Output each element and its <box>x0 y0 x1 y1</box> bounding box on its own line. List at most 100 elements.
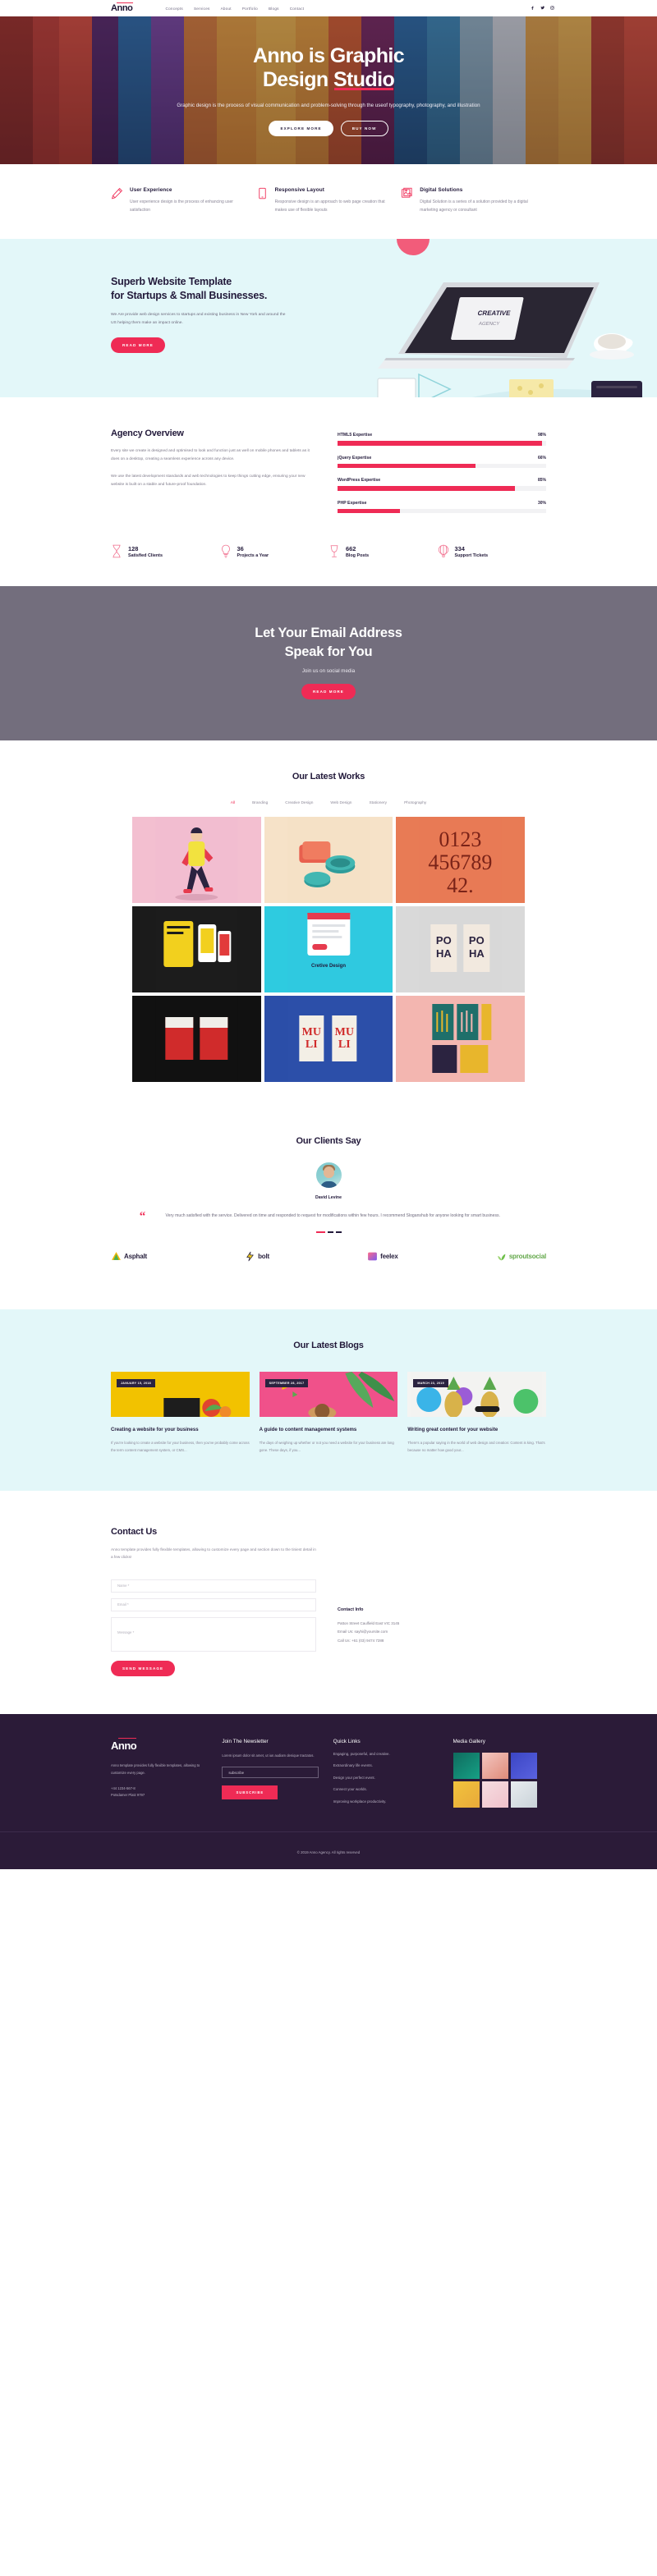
quick-link-item[interactable]: Connect your worlds. <box>333 1787 439 1791</box>
nav-item-concepts[interactable]: Concepts <box>166 7 183 11</box>
skill-percent: 98% <box>537 433 546 438</box>
skill-track <box>338 486 546 491</box>
filter-branding[interactable]: Branding <box>252 801 268 805</box>
send-message-button[interactable]: SEND MESSAGE <box>111 1660 176 1676</box>
portfolio-tile[interactable] <box>132 905 261 992</box>
stats-row: 128 Satisfied Clients 36 Projects a Year <box>111 523 546 586</box>
quick-link-item[interactable]: Improving workplace productivity. <box>333 1799 439 1804</box>
cta-read-more-button[interactable]: READ MORE <box>301 683 356 699</box>
blog-thumbnail: MARCH 23, 2019 <box>407 1371 546 1417</box>
svg-text:LI: LI <box>338 1038 351 1051</box>
stat-label: Blog Posts <box>346 553 370 559</box>
skill-track <box>338 441 546 446</box>
nav-item-contact[interactable]: Contact <box>290 7 305 11</box>
portfolio-grid: 0123 456789 42. Cretive Design PO HA PO … <box>132 816 525 1082</box>
portfolio-tile[interactable] <box>132 816 261 903</box>
cta-title-line2: Speak for You <box>284 644 373 659</box>
wineglass-icon <box>328 544 340 558</box>
blog-date: JANUARY 15, 2018 <box>117 1378 155 1387</box>
media-thumbnail[interactable] <box>510 1752 537 1779</box>
pagination-dot-active[interactable] <box>315 1231 325 1233</box>
feature-card-digital-solutions: Digital Solutions Digital Solution is a … <box>401 187 546 214</box>
quick-link-item[interactable]: Design your perfect event. <box>333 1776 439 1780</box>
portfolio-tile[interactable]: MU LI MU LI <box>264 995 393 1082</box>
twitter-icon[interactable] <box>540 6 545 11</box>
portfolio-tile[interactable] <box>264 816 393 903</box>
promo-section: CREATIVE AGENCY Superb Website Template … <box>0 239 657 398</box>
skill-fill <box>338 463 476 469</box>
blog-card[interactable]: MARCH 23, 2019 Writing great content for… <box>407 1371 546 1455</box>
newsletter-input[interactable]: subscribe <box>222 1767 319 1779</box>
testimonials-title: Our Clients Say <box>296 1135 361 1146</box>
buy-now-button[interactable]: BUY NOW <box>340 121 388 136</box>
name-field[interactable]: Name * <box>111 1579 316 1593</box>
pagination-dot[interactable] <box>327 1231 333 1233</box>
portfolio-tile[interactable]: PO HA PO HA <box>396 905 525 992</box>
filter-all[interactable]: All <box>231 801 235 805</box>
filter-web-design[interactable]: Web Design <box>330 801 351 805</box>
feature-text: Digital Solution is a series of a soluti… <box>420 199 528 213</box>
skill-fill <box>338 441 542 446</box>
email-field[interactable]: Email * <box>111 1597 316 1611</box>
portfolio-tile[interactable]: Cretive Design <box>264 905 393 992</box>
subscribe-button[interactable]: SUBSCRIBE <box>222 1785 278 1800</box>
stat-number: 128 <box>128 545 139 553</box>
bolt-mark-icon <box>246 1251 254 1262</box>
quick-link-item[interactable]: Engaging, purposeful, and creative. <box>333 1752 439 1756</box>
svg-text:PO: PO <box>436 934 452 947</box>
footer-description: Anno template provides fully flexible te… <box>111 1762 200 1775</box>
feature-card-user-experience: User Experience User experience design i… <box>111 187 256 214</box>
testimonial-author: David Levine <box>315 1194 342 1200</box>
skill-percent: 66% <box>537 455 546 461</box>
contact-info: Contact Info Patton Street Caulfield Eas… <box>338 1579 399 1676</box>
message-field-placeholder: Message * <box>117 1629 135 1634</box>
bulb-icon <box>220 544 232 558</box>
portfolio-tile[interactable] <box>396 995 525 1082</box>
nav-item-portfolio[interactable]: Portfolio <box>242 7 258 11</box>
testimonials-section: Our Clients Say David Levine “ Very much… <box>0 1114 657 1309</box>
newsletter-input-placeholder: subscribe <box>228 1770 245 1775</box>
copyright-text: © 2019 Anno Agency. All rights reserved <box>296 1849 361 1854</box>
filter-creative-design[interactable]: Creative Design <box>285 801 313 805</box>
blog-card[interactable]: JANUARY 15, 2018 Creating a website for … <box>111 1371 250 1455</box>
promo-read-more-button[interactable]: READ MORE <box>111 337 165 354</box>
message-field[interactable]: Message * <box>111 1616 316 1652</box>
portfolio-tile[interactable]: 0123 456789 42. <box>396 816 525 903</box>
skill-name: HTML5 Expertise <box>338 433 373 438</box>
contact-email: Email Us: sayhi@yoursite.com <box>338 1629 388 1634</box>
facebook-icon[interactable] <box>531 6 535 11</box>
quick-link-item[interactable]: Extraordinary life events. <box>333 1763 439 1767</box>
nav-item-about[interactable]: About <box>221 7 232 11</box>
nav-item-blogs[interactable]: Blogs <box>269 7 279 11</box>
portfolio-tile[interactable] <box>132 995 261 1082</box>
site-logo[interactable]: Anno <box>111 2 133 13</box>
nav-item-services[interactable]: Services <box>194 7 210 11</box>
footer-logo[interactable]: Anno <box>111 1737 137 1752</box>
contact-lead: Anno template provides fully flexible te… <box>111 1547 316 1560</box>
media-thumbnail[interactable] <box>453 1781 480 1808</box>
testimonial-text: Very much satisfied with the service. De… <box>165 1212 500 1218</box>
feature-card-responsive-layout: Responsive Layout Responsive design is a… <box>256 187 402 214</box>
filter-stationery[interactable]: Stationery <box>369 801 387 805</box>
blogs-title: Our Latest Blogs <box>293 1340 364 1350</box>
media-thumbnail[interactable] <box>481 1752 508 1779</box>
instagram-icon[interactable] <box>550 5 554 11</box>
footer-logo-text: Anno <box>111 1739 137 1752</box>
skill-track <box>338 508 546 514</box>
client-logo-label: bolt <box>258 1252 269 1260</box>
blog-card[interactable]: SEPTEMBER 28, 2017 A guide to content ma… <box>259 1371 398 1455</box>
media-thumbnail[interactable] <box>510 1781 537 1808</box>
pagination-dot[interactable] <box>335 1231 342 1233</box>
media-thumbnail[interactable] <box>453 1752 480 1779</box>
quote-icon: “ <box>139 1209 146 1223</box>
explore-more-button[interactable]: EXPLORE MORE <box>269 121 333 136</box>
hero-title-line2-plain: Design <box>262 68 333 92</box>
blog-date: SEPTEMBER 28, 2017 <box>264 1378 309 1387</box>
hero-content: Anno is Graphic Design Studio Graphic de… <box>177 44 480 136</box>
blog-excerpt: If you're looking to create a website fo… <box>111 1441 250 1453</box>
features-section: User Experience User experience design i… <box>0 164 657 239</box>
hero-title-line1: Anno is Graphic <box>252 44 405 67</box>
filter-photography[interactable]: Photography <box>404 801 426 805</box>
media-thumbnail[interactable] <box>481 1781 508 1808</box>
footer-bottom: © 2019 Anno Agency. All rights reserved <box>0 1831 657 1869</box>
